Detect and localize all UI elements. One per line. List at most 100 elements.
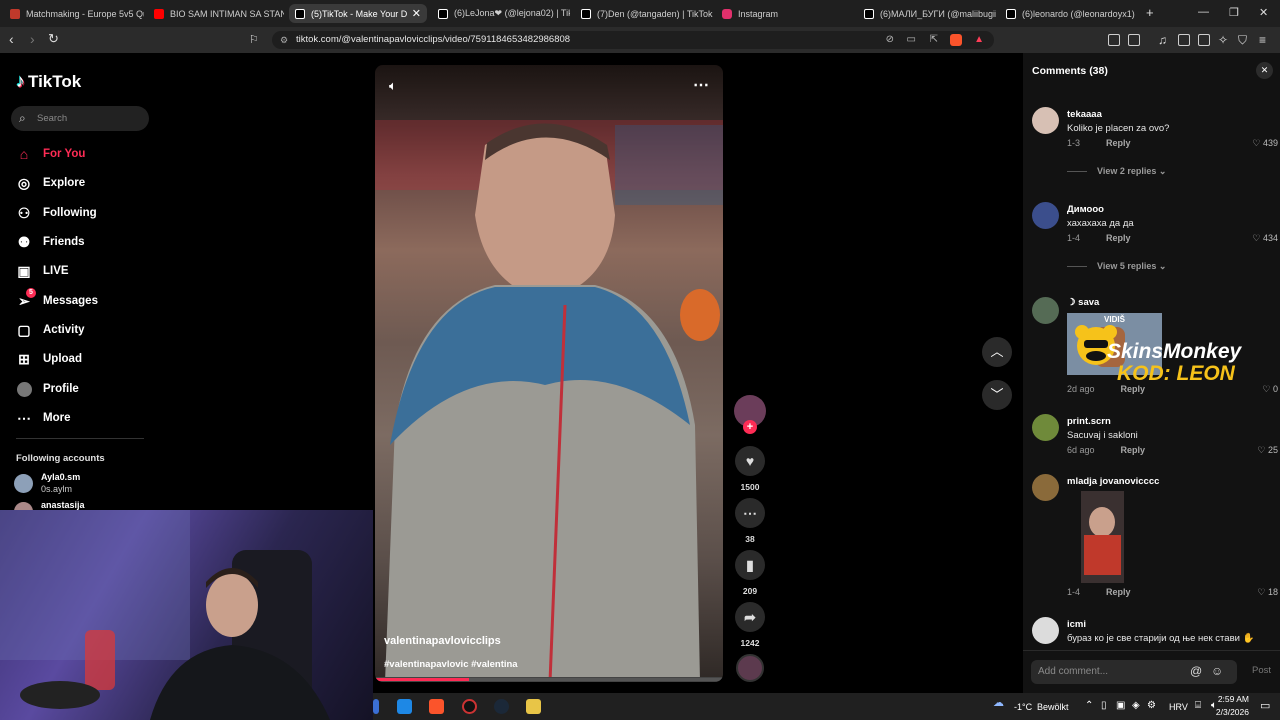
tray-icon[interactable]: ▯: [1101, 700, 1107, 711]
view-replies-button[interactable]: View 5 replies ⌄: [1067, 261, 1166, 272]
avatar[interactable]: [1032, 414, 1059, 441]
sidebar-toggle-icon[interactable]: [1178, 34, 1190, 46]
ai-icon[interactable]: ✧: [1218, 33, 1228, 47]
site-info-icon[interactable]: ⚙: [280, 31, 288, 49]
wallet-icon[interactable]: [1128, 34, 1140, 46]
comment-username[interactable]: mladja jovanovicccc: [1067, 476, 1159, 487]
tiktok-logo[interactable]: ♪ TikTok: [16, 71, 81, 92]
forward-icon[interactable]: ›: [30, 32, 35, 46]
more-options-icon[interactable]: ⋯: [693, 75, 709, 95]
reply-button[interactable]: Reply: [1106, 138, 1131, 148]
avatar[interactable]: [1032, 474, 1059, 501]
close-window-icon[interactable]: ✕: [1259, 6, 1268, 19]
video-progress-bar[interactable]: [375, 678, 723, 681]
browser-tab[interactable]: (6)МАЛИ_БУГИ (@maliibugii: [858, 4, 996, 23]
video-author[interactable]: valentinapavlovicclips: [384, 635, 501, 647]
comment-icon[interactable]: ⋯: [735, 498, 765, 528]
new-tab-icon[interactable]: +: [1146, 5, 1154, 20]
save-action[interactable]: ▮ 209: [734, 550, 766, 596]
close-comments-icon[interactable]: ✕: [1256, 62, 1273, 79]
back-icon[interactable]: ‹: [9, 32, 14, 46]
sidebar-item-messages[interactable]: ➢ 5 Messages: [16, 288, 98, 309]
tray-icon[interactable]: ⚙: [1147, 700, 1156, 711]
browser-tab[interactable]: BIO SAM INTIMAN SA STANIJ: [148, 4, 284, 23]
comment-like[interactable]: ♡ 18: [1257, 587, 1278, 598]
comment-username[interactable]: print.scrn: [1067, 416, 1111, 427]
music-icon[interactable]: ♫: [1158, 33, 1167, 47]
like-action[interactable]: ♥ 1500: [734, 446, 766, 492]
clock-date[interactable]: 2/3/2026: [1199, 707, 1249, 717]
browser-tab-active[interactable]: (5)TikTok - Make Your D ✕: [289, 4, 427, 23]
search-box[interactable]: ⌕ Search: [11, 106, 149, 131]
share-icon[interactable]: ⇱: [930, 31, 938, 49]
comment-action[interactable]: ⋯ 38: [734, 498, 766, 544]
search-input[interactable]: Search: [37, 113, 67, 124]
app-icon[interactable]: [526, 699, 541, 714]
chevron-down-icon[interactable]: ﹀: [982, 380, 1012, 410]
comment-like[interactable]: ♡ 25: [1257, 445, 1278, 456]
comment-username[interactable]: ☽ sava: [1067, 297, 1099, 308]
minimize-icon[interactable]: —: [1198, 6, 1209, 18]
video-hashtags[interactable]: #valentinapavlovic #valentina: [384, 659, 518, 670]
input-language[interactable]: HRV: [1169, 702, 1188, 712]
mention-icon[interactable]: @: [1190, 664, 1202, 678]
close-tab-icon[interactable]: ✕: [412, 7, 421, 20]
browser-tab[interactable]: (7)Den (@tangaden) | TikTok: [575, 4, 713, 23]
avatar[interactable]: [1032, 297, 1059, 324]
view-replies-button[interactable]: View 2 replies ⌄: [1067, 166, 1166, 177]
rewards-icon[interactable]: ▲: [974, 31, 984, 49]
comment-like[interactable]: ♡ 434: [1252, 233, 1278, 244]
music-disc-icon[interactable]: [736, 654, 764, 682]
share-icon[interactable]: ➦: [735, 602, 765, 632]
extensions-icon[interactable]: [1108, 34, 1120, 46]
translate-icon[interactable]: ⊘: [886, 31, 894, 49]
browser-tab[interactable]: (6)LeJona❤ (@lejona02) | TikT: [432, 4, 570, 23]
sidebar-item-profile[interactable]: Profile: [16, 381, 79, 397]
tray-icon[interactable]: ▣: [1116, 700, 1125, 711]
bookmark-icon[interactable]: ▮: [735, 550, 765, 580]
comment-image[interactable]: [1081, 491, 1124, 583]
tray-expand-icon[interactable]: ⌃: [1085, 700, 1093, 711]
avatar[interactable]: [1032, 617, 1059, 644]
obs-icon[interactable]: [462, 699, 477, 714]
notifications-icon[interactable]: ▭: [1260, 699, 1270, 712]
wallet-icon[interactable]: [1198, 34, 1210, 46]
steam-icon[interactable]: [494, 699, 509, 714]
vpn-icon[interactable]: ⛉: [1238, 33, 1247, 47]
emoji-icon[interactable]: ☺: [1211, 664, 1223, 678]
sidebar-item-more[interactable]: ⋯ More: [16, 410, 70, 426]
browser-tab[interactable]: Instagram: [716, 4, 854, 23]
sidebar-item-explore[interactable]: ◎ Explore: [16, 175, 85, 191]
avatar[interactable]: [1032, 107, 1059, 134]
sidebar-item-for-you[interactable]: ⌂ For You: [16, 146, 86, 162]
avatar[interactable]: [1032, 202, 1059, 229]
outlook-icon[interactable]: [397, 699, 412, 714]
share-action[interactable]: ➦ 1242: [734, 602, 766, 648]
sidebar-item-activity[interactable]: ▢ Activity: [16, 322, 84, 338]
sidebar-item-upload[interactable]: ⊞ Upload: [16, 351, 82, 367]
browser-tab[interactable]: (6)leonardo (@leonardoyx1) | T: [1000, 4, 1136, 23]
reply-button[interactable]: Reply: [1106, 587, 1131, 597]
sidebar-item-friends[interactable]: ⚉ Friends: [16, 234, 85, 250]
reload-icon[interactable]: ↻: [48, 32, 59, 46]
comment-username[interactable]: tekaaaa: [1067, 109, 1102, 120]
reply-button[interactable]: Reply: [1121, 445, 1146, 455]
brave-icon[interactable]: [429, 699, 444, 714]
comment-like[interactable]: ♡ 0: [1262, 384, 1278, 395]
address-field[interactable]: ⚙ tiktok.com/@valentinapavlovicclips/vid…: [272, 31, 994, 49]
add-comment-input[interactable]: Add comment... @ ☺: [1031, 660, 1237, 684]
sidebar-item-following[interactable]: ⚇ Following: [16, 205, 97, 221]
comment-like[interactable]: ♡ 439: [1252, 138, 1278, 149]
clock-time[interactable]: 2:59 AM: [1209, 694, 1249, 704]
browser-tab[interactable]: Matchmaking - Europe 5v5 Qu: [4, 4, 144, 23]
follow-plus-icon[interactable]: +: [743, 420, 757, 434]
post-button[interactable]: Post: [1252, 665, 1271, 676]
reply-button[interactable]: Reply: [1106, 233, 1131, 243]
comment-username[interactable]: Димооо: [1067, 204, 1104, 215]
following-account[interactable]: Ayla0.sm 0s.aylm: [14, 472, 144, 498]
heart-icon[interactable]: ♥: [735, 446, 765, 476]
sidebar-item-live[interactable]: ▣ LIVE: [16, 263, 68, 279]
screen-icon[interactable]: ▭: [907, 31, 916, 49]
volume-icon[interactable]: 🔈︎: [389, 78, 397, 94]
menu-icon[interactable]: ≡: [1259, 33, 1266, 47]
